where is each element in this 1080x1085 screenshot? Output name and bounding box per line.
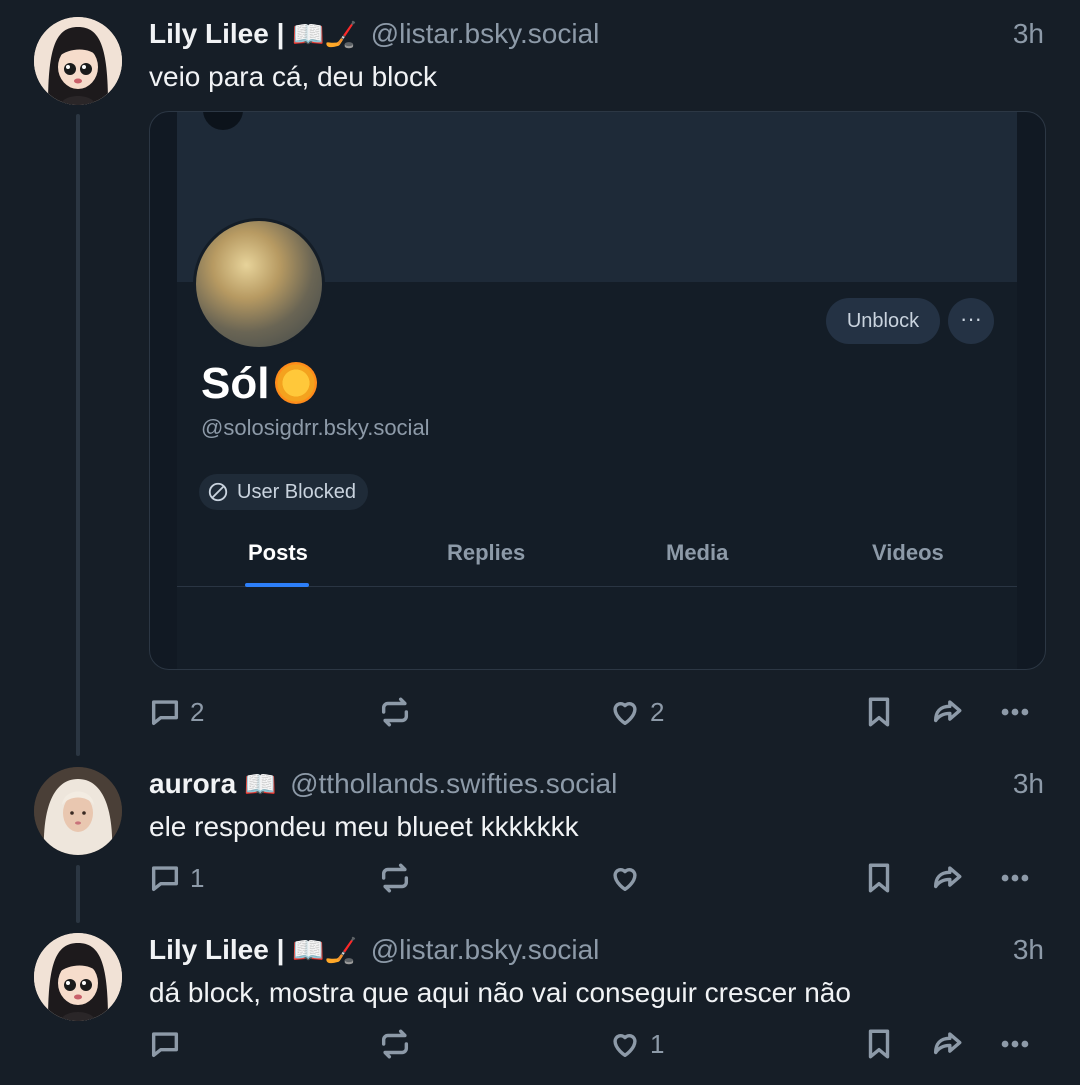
post-text: veio para cá, deu block <box>149 61 437 92</box>
like-count: 1 <box>650 1028 665 1059</box>
reply-count: 2 <box>190 696 205 727</box>
repost-icon <box>381 1029 409 1059</box>
profile-tabs: Posts Replies Media Videos <box>177 530 1017 587</box>
repost-button[interactable] <box>378 1022 420 1066</box>
author-emoji: 📖🏒 <box>292 19 357 49</box>
post-2[interactable]: aurora 📖 @tthollands.swifties.social 3h … <box>0 750 1080 925</box>
blocked-label: User Blocked <box>237 480 356 503</box>
sun-icon <box>275 362 318 404</box>
like-button[interactable]: 1 <box>608 1022 664 1066</box>
reply-count: 1 <box>190 862 205 893</box>
active-tab-indicator <box>245 583 309 587</box>
thread-line <box>76 114 80 756</box>
user-blocked-badge: User Blocked <box>199 474 368 510</box>
bookmark-icon <box>868 697 890 727</box>
like-button[interactable] <box>608 856 650 900</box>
more-icon <box>1001 1040 1029 1048</box>
share-icon <box>933 866 962 889</box>
profile-more-button: ··· <box>948 298 994 344</box>
more-icon <box>1001 874 1029 882</box>
bookmark-icon <box>868 1029 890 1059</box>
profile-name: Sól <box>201 358 318 410</box>
share-button[interactable] <box>930 1022 964 1066</box>
like-count: 2 <box>650 696 665 727</box>
tab-posts: Posts <box>248 540 308 565</box>
repost-icon <box>381 863 409 893</box>
reply-icon <box>151 866 179 892</box>
post-time[interactable]: 3h <box>1013 764 1044 804</box>
post-actions: 2 2 <box>148 690 1048 734</box>
reply-button[interactable] <box>148 1022 190 1066</box>
post-actions: 1 <box>148 1022 1048 1066</box>
unblock-button: Unblock <box>826 298 940 344</box>
post-header: Lily Lilee | 📖🏒 @listar.bsky.social 3h <box>149 930 1044 970</box>
bookmark-button[interactable] <box>862 690 896 734</box>
avatar[interactable] <box>34 933 122 1021</box>
post-time[interactable]: 3h <box>1013 930 1044 970</box>
bookmark-button[interactable] <box>862 856 896 900</box>
tab-media: Media <box>666 540 729 565</box>
repost-button[interactable] <box>378 690 420 734</box>
post-time[interactable]: 3h <box>1013 14 1044 54</box>
author-handle[interactable]: @tthollands.swifties.social <box>290 768 617 799</box>
reply-button[interactable]: 2 <box>148 690 204 734</box>
author-handle[interactable]: @listar.bsky.social <box>371 934 600 965</box>
like-button[interactable]: 2 <box>608 690 664 734</box>
author-name[interactable]: aurora <box>149 768 236 799</box>
like-icon <box>613 868 637 892</box>
author-name[interactable]: Lily Lilee | <box>149 18 284 49</box>
bookmark-icon <box>868 863 890 893</box>
avatar[interactable] <box>34 767 122 855</box>
post-header: aurora 📖 @tthollands.swifties.social 3h <box>149 764 1044 804</box>
share-button[interactable] <box>930 690 964 734</box>
post-3[interactable]: Lily Lilee | 📖🏒 @listar.bsky.social 3h d… <box>0 916 1080 1085</box>
post-text: dá block, mostra que aqui não vai conseg… <box>149 977 851 1008</box>
more-button[interactable] <box>998 690 1032 734</box>
author-emoji: 📖 <box>243 769 277 799</box>
post-1[interactable]: Lily Lilee | 📖🏒 @listar.bsky.social 3h v… <box>0 0 1080 760</box>
share-button[interactable] <box>930 856 964 900</box>
post-header: Lily Lilee | 📖🏒 @listar.bsky.social 3h <box>149 14 1044 54</box>
repost-icon <box>381 697 409 727</box>
block-icon <box>208 482 228 502</box>
thread-line <box>76 865 80 923</box>
more-icon <box>1001 708 1029 716</box>
repost-button[interactable] <box>378 856 420 900</box>
reply-icon <box>151 700 179 726</box>
tab-replies: Replies <box>447 540 526 565</box>
more-button[interactable] <box>998 856 1032 900</box>
post-actions: 1 <box>148 856 1048 900</box>
share-icon <box>933 700 962 723</box>
profile-avatar <box>193 218 325 350</box>
like-icon <box>613 1034 637 1058</box>
author-handle[interactable]: @listar.bsky.social <box>371 18 600 49</box>
avatar[interactable] <box>34 17 122 105</box>
reply-button[interactable]: 1 <box>148 856 204 900</box>
embedded-image[interactable]: Unblock ··· Sól @solosigdrr.bsky.social … <box>149 111 1046 670</box>
author-name[interactable]: Lily Lilee | <box>149 934 284 965</box>
profile-handle: @solosigdrr.bsky.social <box>201 415 430 440</box>
profile-name-text: Sól <box>201 359 270 408</box>
reply-icon <box>151 1032 179 1058</box>
bookmark-button[interactable] <box>862 1022 896 1066</box>
share-icon <box>933 1032 962 1055</box>
profile-screenshot: Unblock ··· Sól @solosigdrr.bsky.social … <box>177 112 1017 669</box>
post-text: ele respondeu meu blueet kkkkkkk <box>149 811 579 842</box>
more-button[interactable] <box>998 1022 1032 1066</box>
tab-videos: Videos <box>872 540 944 565</box>
like-icon <box>613 702 637 726</box>
author-emoji: 📖🏒 <box>292 935 357 965</box>
